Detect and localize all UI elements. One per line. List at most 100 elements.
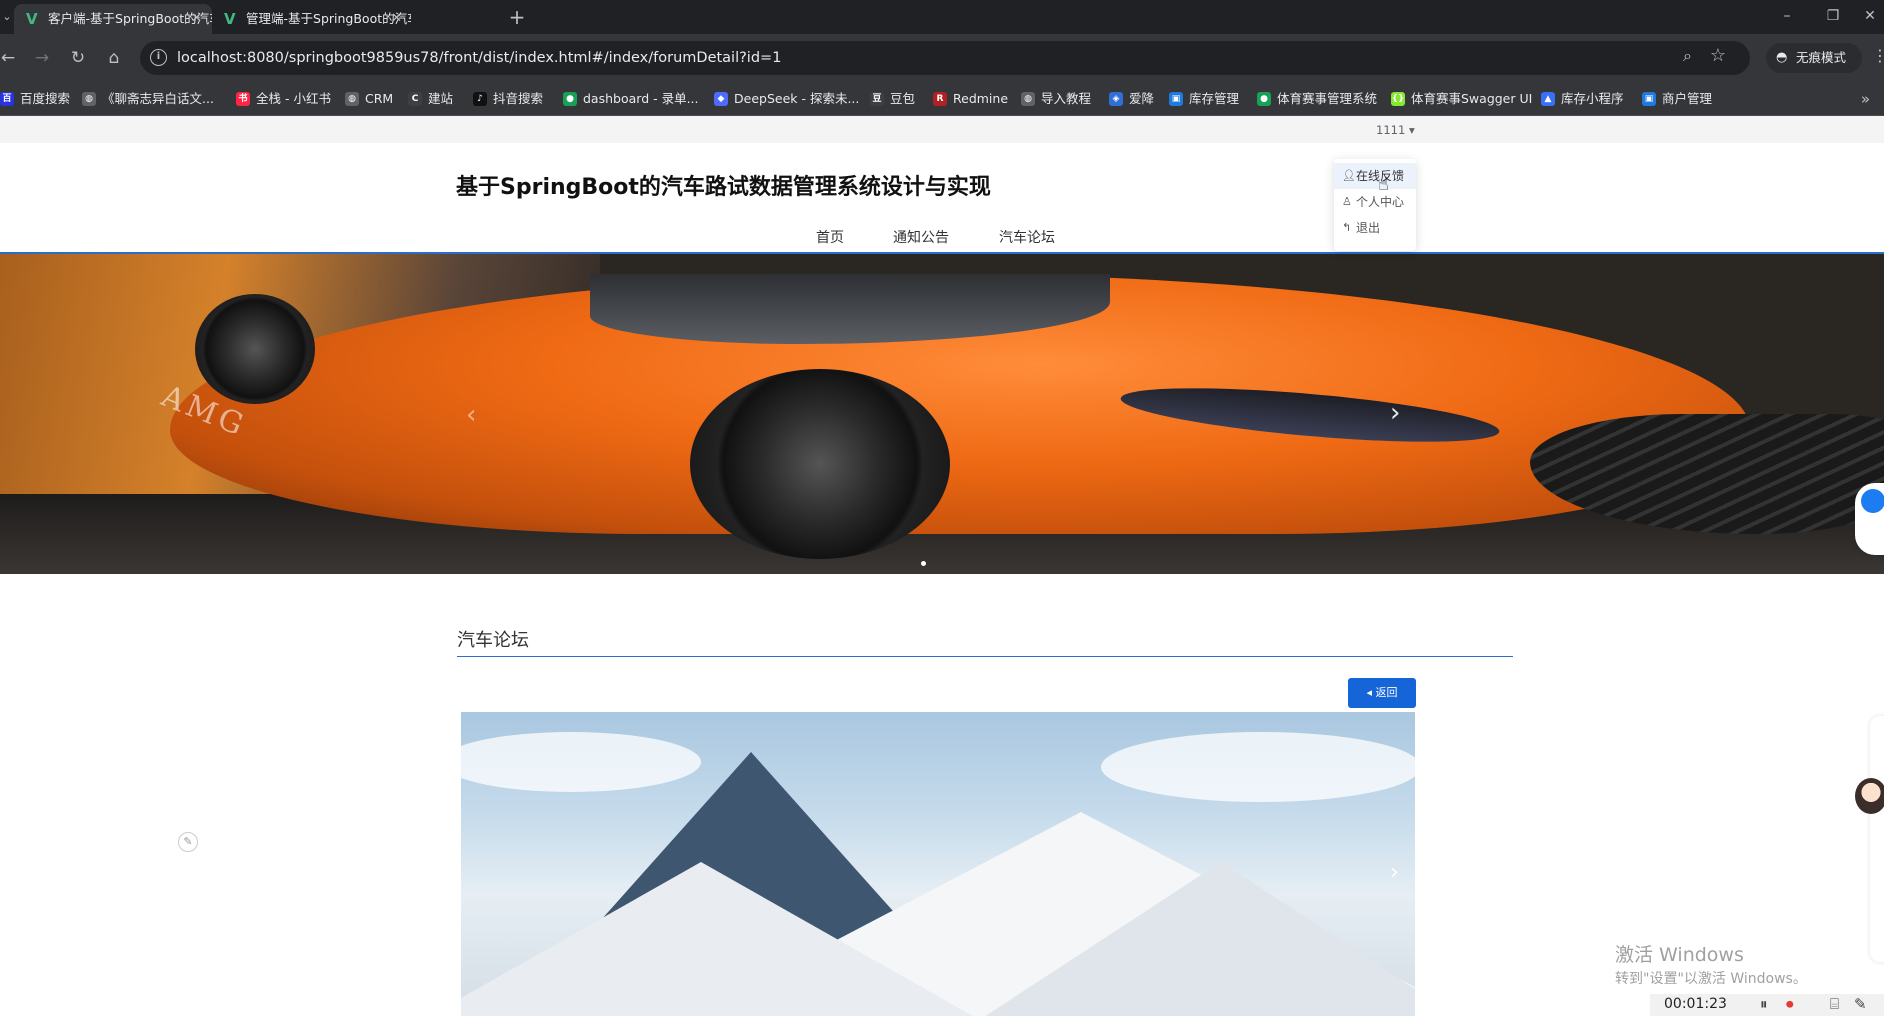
bookmark-item[interactable]: 书全栈 - 小红书 [236, 82, 331, 116]
bookmark-label: 导入教程 [1041, 91, 1092, 106]
reload-icon[interactable]: ↻ [64, 44, 92, 72]
section-title: 汽车论坛 [457, 630, 529, 651]
site-header: 基于SpringBoot的汽车路试数据管理系统设计与实现 首页 通知公告 汽车论… [0, 143, 1884, 253]
nav-home[interactable]: 首页 [816, 227, 844, 247]
bookmark-item[interactable]: ● dashboard - 录单... [563, 82, 699, 116]
carousel-prev-icon[interactable]: ‹ [466, 400, 476, 430]
tab-title: 客户端-基于SpringBoot的汽车 [48, 11, 212, 26]
bookmark-item[interactable]: ◍ 《聊斋志异白话文... [82, 82, 214, 116]
new-tab-button[interactable]: + [504, 4, 530, 30]
bookmark-label: 库存小程序 [1561, 91, 1624, 106]
home-icon[interactable]: ⌂ [100, 44, 128, 72]
browser-tab-admin[interactable]: V 管理端-基于SpringBoot的汽车 ✕ [212, 4, 412, 34]
bookmark-item[interactable]: ● 体育赛事管理系统 [1257, 82, 1377, 116]
bookmark-item[interactable]: ◍ CRM [345, 82, 393, 116]
section-divider [457, 656, 1513, 657]
globe-icon: ◍ [345, 92, 359, 106]
caret-down-icon: ▾ [1408, 123, 1415, 137]
bookmark-item[interactable]: {} 体育赛事Swagger UI [1391, 82, 1532, 116]
dropdown-feedback[interactable]: 👤︎ 在线反馈 [1334, 163, 1416, 189]
vue-icon: V [224, 10, 236, 28]
triangle-icon: ▲ [1541, 92, 1555, 106]
stop-icon[interactable]: ⏺ [1786, 995, 1794, 1013]
bookmark-item[interactable]: R Redmine [933, 82, 1008, 116]
bookmark-label: 《聊斋志异白话文... [102, 91, 214, 106]
nav-notices[interactable]: 通知公告 [893, 227, 949, 247]
bookmark-label: 库存管理 [1189, 91, 1240, 106]
bookmark-label: 建站 [428, 91, 454, 106]
dropdown-label: 个人中心 [1356, 195, 1405, 209]
bookmark-item[interactable]: C 建站 [408, 82, 453, 116]
bookmark-item[interactable]: 豆豆包 [870, 82, 915, 116]
dropdown-label: 退出 [1356, 221, 1381, 235]
pointer-cursor-icon: ☝ [1378, 174, 1389, 195]
close-tab-icon[interactable]: ✕ [191, 4, 202, 34]
bookmark-item[interactable]: ◈ 爱降 [1109, 82, 1154, 116]
assistant-avatar[interactable] [1855, 778, 1884, 814]
site-title: 基于SpringBoot的汽车路试数据管理系统设计与实现 [456, 175, 991, 200]
swagger-icon: {} [1391, 92, 1405, 106]
floating-assistant[interactable] [1855, 483, 1884, 555]
xiaohongshu-icon: 书 [236, 92, 250, 106]
browser-tab-bar: ⌄ V 客户端-基于SpringBoot的汽车 ✕ V 管理端-基于Spring… [0, 0, 1884, 34]
forum-image-carousel [461, 712, 1415, 1016]
caret-left-icon: ◂ [1366, 686, 1376, 699]
site-info-icon[interactable]: i [150, 49, 167, 66]
site-icon: C [408, 92, 422, 106]
bookmark-item[interactable]: ◍ 导入教程 [1021, 82, 1091, 116]
pause-icon[interactable]: ⏸ [1760, 995, 1768, 1013]
browser-tab-client[interactable]: V 客户端-基于SpringBoot的汽车 ✕ [14, 4, 212, 34]
logout-icon: ↰ [1342, 221, 1352, 234]
leaf-icon: ● [1257, 92, 1271, 106]
close-window-icon[interactable]: ✕ [1856, 0, 1884, 34]
car-wheel [690, 369, 950, 559]
nav-forum[interactable]: 汽车论坛 [999, 227, 1055, 247]
back-icon[interactable]: ← [0, 44, 22, 72]
pen-icon[interactable]: ✎ [1854, 995, 1867, 1013]
close-tab-icon[interactable]: ✕ [391, 4, 402, 34]
camera-icon[interactable]: ⌸ [1830, 995, 1839, 1013]
address-bar[interactable]: i localhost:8080/springboot9859us78/fron… [140, 41, 1750, 75]
bookmark-item[interactable]: ◆ DeepSeek - 探索未... [714, 82, 859, 116]
dropdown-logout[interactable]: ↰ 退出 [1334, 215, 1416, 241]
bookmark-label: 体育赛事管理系统 [1277, 91, 1378, 106]
forward-icon[interactable]: → [28, 44, 56, 72]
globe-icon: ◍ [82, 92, 96, 106]
user-dropdown: 👤︎ 在线反馈 ♙ 个人中心 ↰ 退出 [1334, 159, 1416, 251]
url-text[interactable]: localhost:8080/springboot9859us78/front/… [177, 41, 781, 75]
bookmark-item[interactable]: ▣ 商户管理 [1642, 82, 1712, 116]
bookmark-item[interactable]: ♪ 抖音搜索 [473, 82, 543, 116]
app-icon: ▣ [1642, 92, 1656, 106]
shield-icon: ◈ [1109, 92, 1123, 106]
bookmark-label: 爱降 [1129, 91, 1155, 106]
image-next-icon[interactable]: › [1390, 860, 1399, 885]
user-menu-toggle[interactable]: 1111 ▾ [1376, 123, 1415, 137]
bookmark-item[interactable]: ▣ 库存管理 [1169, 82, 1239, 116]
recording-time: 00:01:23 [1664, 996, 1727, 1012]
back-button[interactable]: ◂ 返回 [1348, 678, 1416, 708]
user-strip: 1111 ▾ [0, 116, 1884, 143]
redmine-icon: R [933, 92, 947, 106]
menu-icon[interactable]: ⋮ [1872, 46, 1884, 65]
side-toolbar[interactable] [1870, 716, 1884, 962]
minimize-icon[interactable]: – [1764, 0, 1810, 34]
bookmark-label: 全栈 - 小红书 [256, 91, 331, 106]
bookmark-star-icon[interactable]: ☆ [1710, 45, 1726, 66]
carousel-indicator[interactable] [921, 561, 926, 566]
bookmark-label: DeepSeek - 探索未... [734, 91, 860, 106]
restore-icon[interactable]: ❐ [1810, 0, 1856, 34]
bookmark-item[interactable]: 百百度搜索 [0, 82, 70, 116]
incognito-indicator[interactable]: ◓ 无痕模式 [1766, 43, 1862, 73]
edit-icon[interactable]: ✎ [178, 832, 198, 852]
user-outline-icon: ♙ [1342, 195, 1352, 208]
bookmark-label: 体育赛事Swagger UI [1411, 91, 1533, 106]
recording-bar: 00:01:23 ⏸ ⏺ ⌸ ✎ [1650, 994, 1884, 1016]
bookmark-label: 百度搜索 [20, 91, 71, 106]
zoom-icon[interactable]: ⌕ [1683, 46, 1692, 66]
bookmark-item[interactable]: ▲ 库存小程序 [1541, 82, 1624, 116]
dropdown-profile[interactable]: ♙ 个人中心 [1334, 189, 1416, 215]
more-bookmarks-icon[interactable]: » [1861, 82, 1870, 116]
carousel-next-icon[interactable]: › [1390, 398, 1400, 428]
douyin-icon: ♪ [473, 92, 487, 106]
tab-search-icon[interactable]: ⌄ [0, 4, 14, 30]
